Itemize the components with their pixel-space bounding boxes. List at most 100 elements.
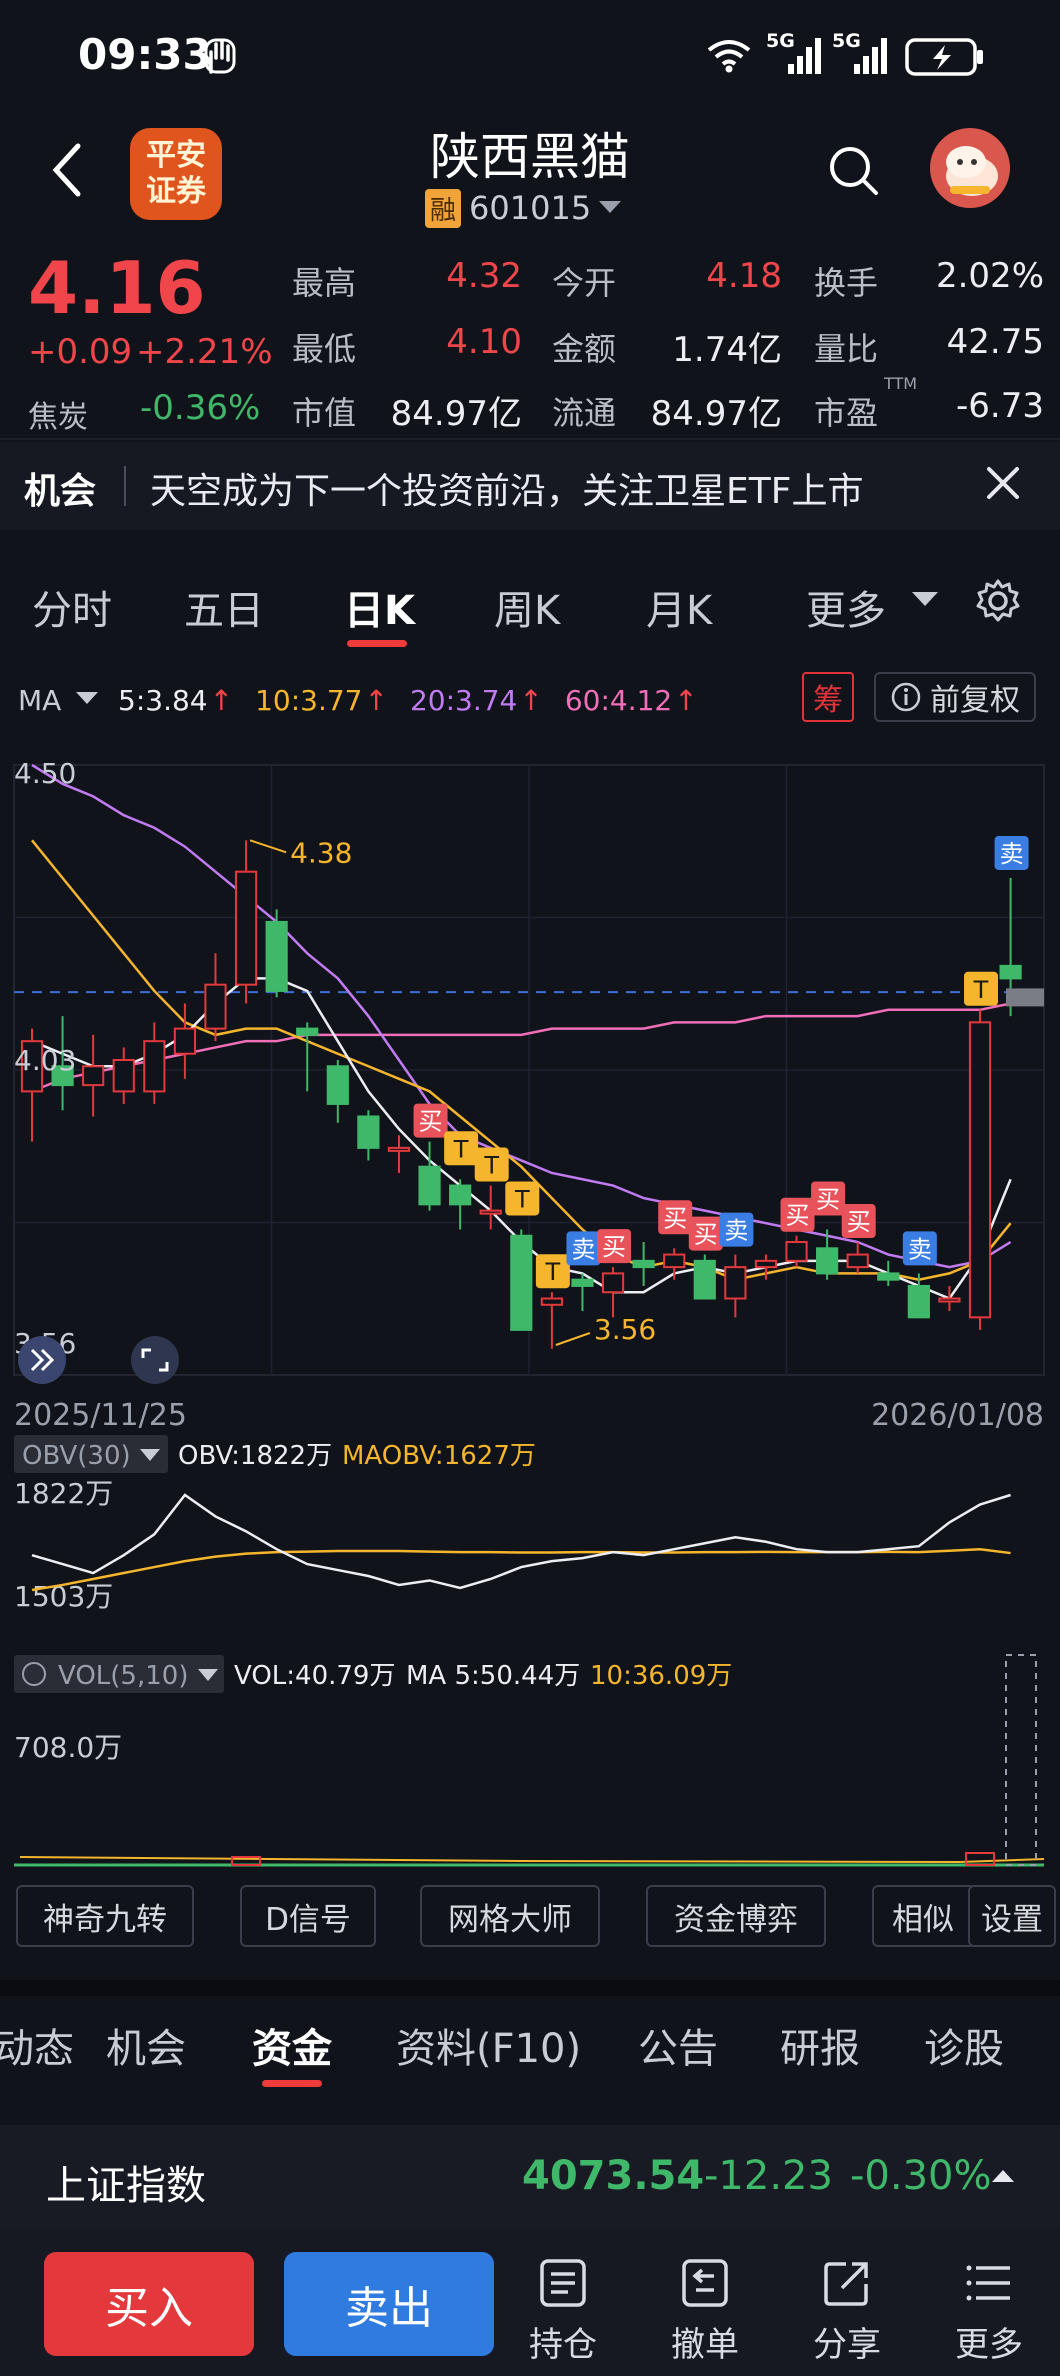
candle-up xyxy=(601,1272,625,1294)
quote-value: 84.97亿 xyxy=(390,394,522,434)
avatar[interactable] xyxy=(930,128,1010,208)
tab-announcement[interactable]: 公告 xyxy=(638,2016,718,2074)
tab-f10[interactable]: 资料(F10) xyxy=(396,2016,581,2074)
ma-dropdown-icon[interactable] xyxy=(76,692,98,706)
candle-up xyxy=(846,1253,869,1269)
ma-up-arrow-icon: ↑ xyxy=(519,684,543,717)
candle-down xyxy=(296,1027,319,1036)
candle-up xyxy=(204,983,227,1030)
ma-value-1: 10:3.77 xyxy=(255,684,363,717)
vol-value: VOL:40.79万 xyxy=(234,1661,395,1691)
tool-d-signal[interactable]: D信号 xyxy=(240,1885,376,1947)
share-button[interactable]: 分享 xyxy=(802,2258,892,2366)
signal-label: 买 xyxy=(786,1202,810,1230)
back-icon[interactable] xyxy=(48,140,88,200)
tab-research[interactable]: 研报 xyxy=(780,2016,860,2074)
tab-opportunity[interactable]: 机会 xyxy=(106,2016,186,2074)
obv-top-label: 1822万 xyxy=(14,1477,113,1510)
search-icon[interactable] xyxy=(828,145,880,199)
tab-diagnosis[interactable]: 诊股 xyxy=(924,2016,1004,2074)
candle-down xyxy=(418,1165,441,1206)
candle-up xyxy=(663,1253,686,1269)
index-change: -12.23 xyxy=(704,2153,833,2199)
ma-value-2: 20:3.74 xyxy=(409,684,518,717)
tab-daily-k[interactable]: 日K xyxy=(344,578,415,636)
index-ticker[interactable]: 上证指数 4073.54 -12.23 -0.30% xyxy=(0,2125,1060,2230)
candle-down xyxy=(326,1065,349,1105)
tool-settings[interactable]: 设置 xyxy=(968,1885,1056,1947)
high-price-marker: 4.38 xyxy=(290,836,352,869)
ma-up-arrow-icon: ↑ xyxy=(364,684,388,717)
candle-up xyxy=(143,1040,166,1093)
bottom-action-bar: 买入 卖出 持仓 撤单 分享 更多 xyxy=(0,2228,1060,2376)
opportunity-banner[interactable]: 机会 天空成为下一个投资前沿，关注卫星ETF上市 xyxy=(0,442,1060,530)
buy-button[interactable]: 买入 xyxy=(44,2252,254,2356)
related-sector[interactable]: 焦炭 xyxy=(28,392,88,436)
ma-label[interactable]: MA xyxy=(18,684,61,717)
tab-monthly-k[interactable]: 月K xyxy=(646,578,712,636)
broker-logo[interactable]: 平安 证券 xyxy=(130,128,222,220)
tab-intraday[interactable]: 分时 xyxy=(32,578,112,636)
tab-news[interactable]: 动态 xyxy=(0,2016,74,2074)
ttm-superscript: TTM xyxy=(884,374,918,393)
obv-line xyxy=(31,1493,1011,1590)
tool-magic-nine[interactable]: 神奇九转 xyxy=(16,1885,194,1947)
tool-grid-master[interactable]: 网格大师 xyxy=(420,1885,600,1947)
stock-code-row[interactable]: 融 601015 xyxy=(425,188,622,228)
stock-header: 平安 证券 陕西黑猫 融 601015 xyxy=(0,115,1060,240)
signal-label: T xyxy=(973,976,989,1004)
screen: { "status":{"time":"09:33","net1":"5G","… xyxy=(0,0,1060,2376)
quote-value: 4.18 xyxy=(706,256,782,296)
tab-weekly-k[interactable]: 周K xyxy=(494,578,560,636)
status-time: 09:33 xyxy=(78,30,212,79)
vol-ma5-value: MA 5:50.44万 xyxy=(406,1661,580,1691)
close-icon[interactable] xyxy=(986,466,1020,500)
chip-label: 筹 xyxy=(813,683,843,718)
sell-button[interactable]: 卖出 xyxy=(284,2252,494,2356)
more-button[interactable]: 更多 xyxy=(944,2258,1034,2366)
quote-label: 市值 xyxy=(292,394,357,432)
maobv-line xyxy=(31,1547,1011,1592)
quote-label: 流通 xyxy=(552,394,617,432)
positions-button[interactable]: 持仓 xyxy=(518,2258,608,2366)
indicator-tools: 神奇九转 D信号 网格大师 资金博弈 相似 设置 xyxy=(0,1885,1060,1955)
quote-value: 2.02% xyxy=(935,256,1044,296)
settings-gear-icon[interactable] xyxy=(975,578,1021,624)
active-info-tab-indicator xyxy=(262,2080,322,2087)
signal-label: 买 xyxy=(419,1108,443,1136)
candle-up xyxy=(82,1065,105,1087)
vol-ma10-value: 10:36.09万 xyxy=(590,1661,732,1691)
expand-up-icon[interactable] xyxy=(992,2169,1014,2183)
banner-text: 天空成为下一个投资前沿，关注卫星ETF上市 xyxy=(150,471,864,512)
chart-period-tabs: 分时 五日 日K 周K 月K 更多 xyxy=(0,548,1060,658)
candle-up xyxy=(173,1027,196,1055)
tab-five-day[interactable]: 五日 xyxy=(184,578,264,636)
quote-label: 换手 xyxy=(814,264,879,302)
tool-similar[interactable]: 相似 xyxy=(872,1885,972,1947)
signal-label: 买 xyxy=(694,1221,718,1249)
stock-name: 陕西黑猫 xyxy=(430,128,630,186)
last-bar-highlight xyxy=(1005,1654,1037,1866)
kline-chart[interactable]: 4.504.033.564.383.56买TTTT卖买买买卖买买买卖T卖2025… xyxy=(0,730,1060,1880)
cancel-order-button[interactable]: 撤单 xyxy=(660,2258,750,2366)
candle-down xyxy=(816,1247,839,1275)
adjust-price-label: 前复权 xyxy=(930,683,1020,718)
tab-more[interactable]: 更多 xyxy=(806,578,886,636)
candle-up xyxy=(754,1259,778,1269)
candle-down xyxy=(449,1184,472,1206)
chip-distribution-button[interactable]: 筹 xyxy=(802,672,854,722)
vol-top-label: 708.0万 xyxy=(14,1731,122,1764)
share-label: 分享 xyxy=(813,2325,881,2365)
signal-label: 买 xyxy=(663,1204,687,1232)
adjust-price-button[interactable]: 前复权 xyxy=(874,672,1036,722)
ma-up-arrow-icon: ↑ xyxy=(674,684,698,717)
tool-fund-game[interactable]: 资金博弈 xyxy=(646,1885,826,1947)
signal-label: 卖 xyxy=(908,1235,932,1263)
signal-label: 买 xyxy=(816,1185,840,1213)
date-end-label: 2026/01/08 xyxy=(871,1398,1044,1433)
more-dropdown-icon[interactable] xyxy=(912,592,938,608)
tab-funds[interactable]: 资金 xyxy=(252,2016,332,2074)
quote-value: 1.74亿 xyxy=(672,330,782,370)
candle-down xyxy=(907,1284,930,1319)
wifi-icon xyxy=(707,40,751,73)
